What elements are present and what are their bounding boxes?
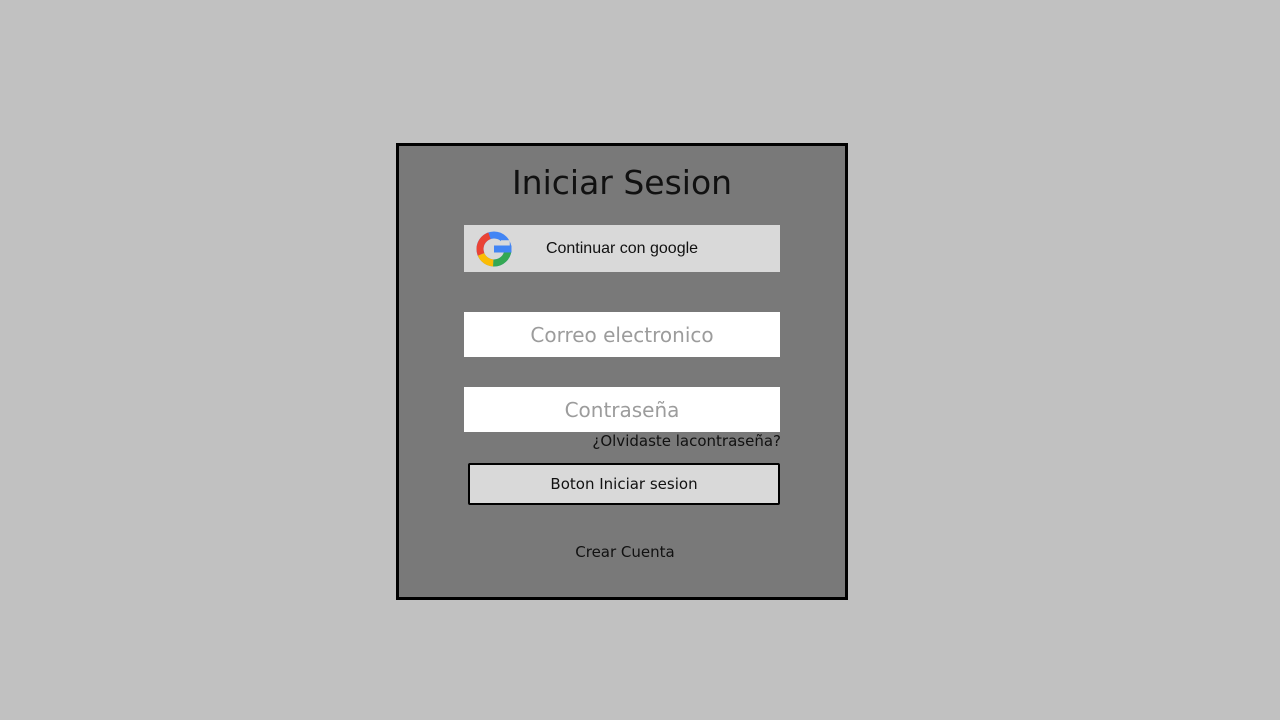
- login-card: Iniciar Sesion Continuar con google ¿Olv…: [396, 143, 848, 600]
- login-page: { "colors": { "page_background": "#c1c1c…: [0, 0, 1280, 720]
- password-field[interactable]: [464, 387, 780, 432]
- email-field[interactable]: [464, 312, 780, 357]
- login-button[interactable]: Boton Iniciar sesion: [468, 463, 780, 505]
- google-signin-label: Continuar con google: [545, 240, 699, 257]
- create-account-link[interactable]: Crear Cuenta: [399, 543, 851, 561]
- forgot-password-link[interactable]: ¿Olvidaste lacontraseña?: [592, 432, 781, 450]
- google-signin-button[interactable]: Continuar con google: [464, 225, 780, 272]
- page-title: Iniciar Sesion: [511, 163, 733, 202]
